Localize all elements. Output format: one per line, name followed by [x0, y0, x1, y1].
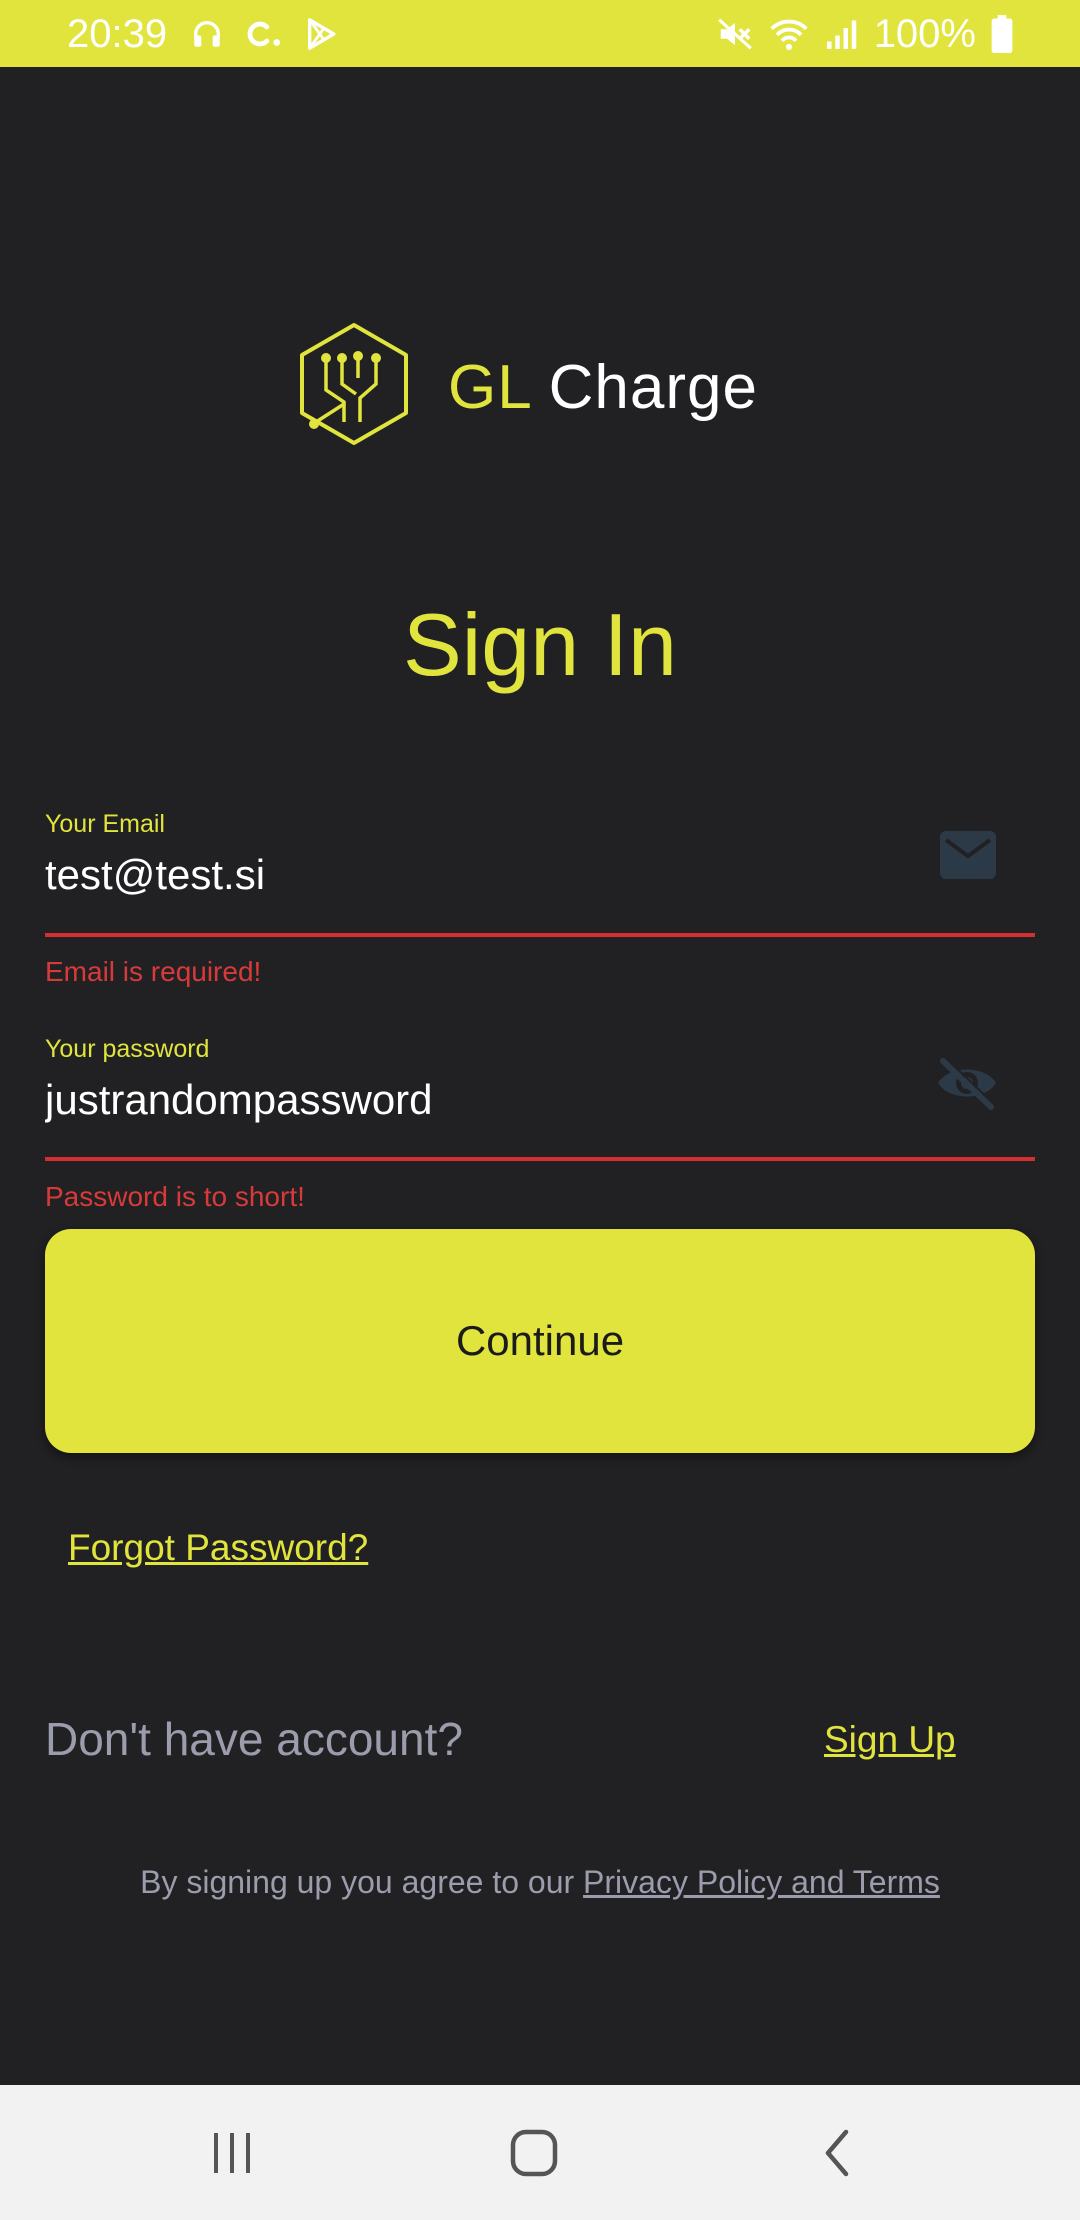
mute-icon: [717, 18, 752, 50]
logo-text-gl: GL: [448, 353, 531, 422]
status-icons-right: 100%: [716, 10, 1014, 58]
back-button[interactable]: [776, 2105, 896, 2200]
navigation-bar: [0, 2085, 1080, 2220]
no-account-text: Don't have account?: [45, 1713, 463, 1765]
password-field[interactable]: Your password: [45, 1035, 1035, 1165]
logo-text: GL Charge: [448, 348, 758, 428]
email-input[interactable]: [45, 848, 905, 902]
email-field-label: Your Email: [45, 810, 165, 838]
email-field[interactable]: Your Email: [45, 810, 1035, 940]
email-underline: [45, 933, 1035, 937]
recent-apps-button[interactable]: [172, 2105, 292, 2200]
signal-icon: [826, 20, 856, 49]
page-title: Sign In: [403, 595, 677, 694]
continue-button[interactable]: Continue: [45, 1229, 1035, 1453]
back-icon: [825, 2129, 849, 2176]
carrier-c-icon: [247, 21, 281, 47]
play-store-icon: [307, 18, 336, 50]
status-bar: 20:39 100%: [0, 0, 1080, 67]
logo-hexagon-icon: [300, 323, 408, 445]
wifi-icon: [770, 19, 808, 51]
terms-text: By signing up you agree to our Privacy P…: [0, 1864, 1080, 1901]
sign-up-link[interactable]: Sign Up: [824, 1719, 956, 1761]
status-icons-left: [190, 12, 338, 56]
privacy-policy-link[interactable]: Privacy Policy and Terms: [583, 1864, 940, 1900]
recent-apps-icon: [214, 2132, 250, 2173]
status-time: 20:39: [67, 12, 168, 56]
app-logo: GL Charge: [296, 322, 757, 452]
password-input[interactable]: [45, 1073, 905, 1127]
password-field-label: Your password: [45, 1035, 210, 1063]
battery-icon: [991, 15, 1013, 53]
eye-off-icon[interactable]: [935, 1055, 999, 1111]
terms-prefix: By signing up you agree to our: [140, 1864, 584, 1900]
forgot-password-link[interactable]: Forgot Password?: [68, 1527, 368, 1569]
battery-percentage: 100%: [873, 12, 976, 56]
home-icon: [510, 2129, 558, 2176]
mail-icon[interactable]: [939, 830, 997, 880]
password-underline: [45, 1157, 1035, 1161]
password-error: Password is to short!: [45, 1181, 305, 1212]
headphones-icon: [193, 21, 221, 47]
home-button[interactable]: [474, 2105, 594, 2200]
email-error: Email is required!: [45, 956, 262, 987]
logo-text-charge: Charge: [548, 353, 758, 422]
